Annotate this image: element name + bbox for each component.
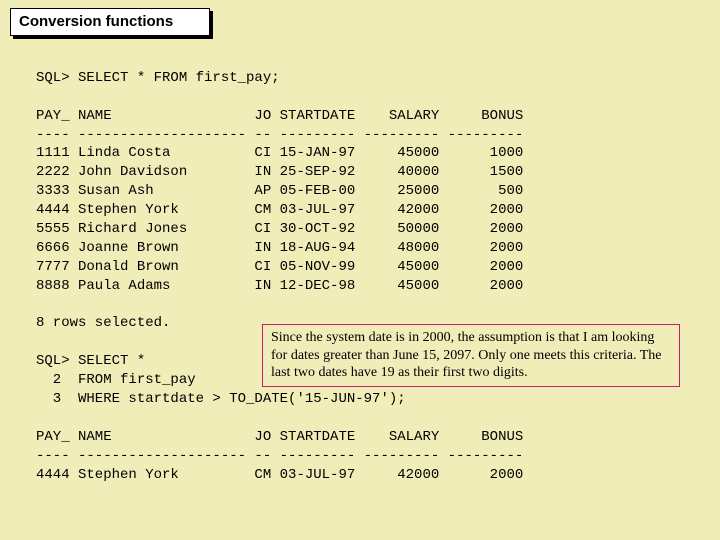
query-2-line: 2 FROM first_pay: [36, 372, 196, 388]
annotation-callout: Since the system date is in 2000, the as…: [262, 324, 680, 387]
sql-output: SQL> SELECT * FROM first_pay; PAY_ NAME …: [36, 50, 700, 484]
table-row: 3333 Susan Ash AP 05-FEB-00 25000 500: [36, 183, 523, 199]
table-row: 7777 Donald Brown CI 05-NOV-99 45000 200…: [36, 259, 523, 275]
table-header: PAY_ NAME JO STARTDATE SALARY BONUS: [36, 108, 523, 124]
table-header: PAY_ NAME JO STARTDATE SALARY BONUS: [36, 429, 523, 445]
slide-title: Conversion functions: [10, 8, 210, 36]
table-row: 4444 Stephen York CM 03-JUL-97 42000 200…: [36, 202, 523, 218]
table-row: 8888 Paula Adams IN 12-DEC-98 45000 2000: [36, 278, 523, 294]
table-row: 6666 Joanne Brown IN 18-AUG-94 48000 200…: [36, 240, 523, 256]
rows-selected: 8 rows selected.: [36, 315, 170, 331]
table-row: 1111 Linda Costa CI 15-JAN-97 45000 1000: [36, 145, 523, 161]
query-2-line: SQL> SELECT *: [36, 353, 145, 369]
table-row: 2222 John Davidson IN 25-SEP-92 40000 15…: [36, 164, 523, 180]
table-row: 4444 Stephen York CM 03-JUL-97 42000 200…: [36, 467, 523, 483]
table-divider: ---- -------------------- -- --------- -…: [36, 448, 523, 464]
table-row: 5555 Richard Jones CI 30-OCT-92 50000 20…: [36, 221, 523, 237]
query-2-line: 3 WHERE startdate > TO_DATE('15-JUN-97')…: [36, 391, 406, 407]
table-divider: ---- -------------------- -- --------- -…: [36, 127, 523, 143]
query-1: SQL> SELECT * FROM first_pay;: [36, 70, 280, 86]
